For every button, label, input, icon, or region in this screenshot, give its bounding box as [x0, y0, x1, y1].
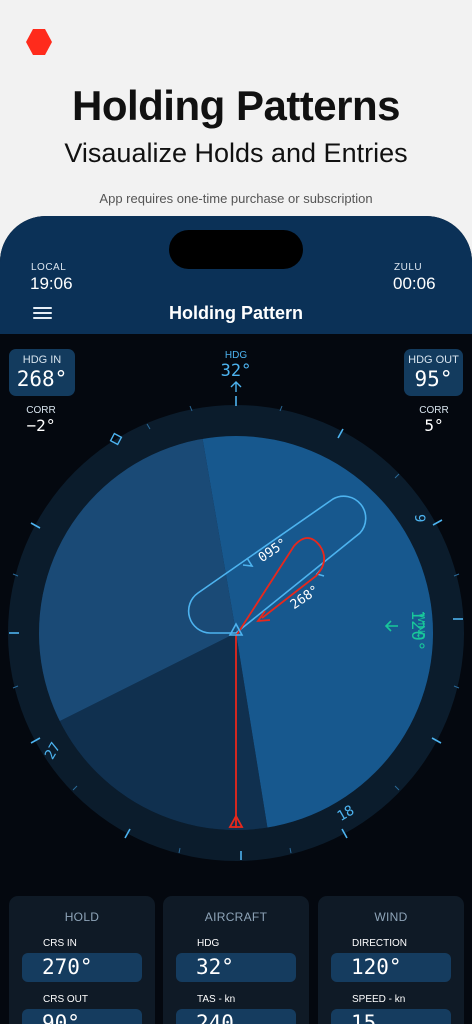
corr-right-value: 5° [424, 416, 444, 435]
crs-out-field[interactable]: 90° [22, 1009, 142, 1024]
hdg-out-label: HDG OUT [408, 354, 459, 366]
logo-hexagon-icon [26, 29, 52, 55]
zulu-time-value: 00:06 [393, 274, 436, 293]
tas-field[interactable]: 240 [176, 1009, 296, 1024]
crs-in-label: CRS IN [43, 938, 77, 949]
heading-up-arrow-icon [230, 381, 242, 392]
aircraft-hdg-label: HDG [197, 938, 220, 949]
wind-speed-label: SPEED - kn [352, 994, 406, 1005]
hdg-in-label: HDG IN [22, 354, 62, 366]
wind-card-title: WIND [374, 910, 408, 924]
tas-label: TAS - kn [197, 994, 236, 1005]
aircraft-hdg-field[interactable]: 32° [176, 953, 296, 982]
hold-card: HOLD CRS IN 270° CRS OUT 90° [9, 896, 155, 1024]
top-hdg-label: HDG [225, 350, 247, 361]
hdg-out-box: HDG OUT 95° [404, 349, 463, 396]
promo-subtitle: Visaualize Holds and Entries [64, 138, 408, 168]
header-bar: LOCAL 19:06 ZULU 00:06 Holding Pattern [0, 216, 472, 334]
local-time-value: 19:06 [30, 274, 73, 293]
phone-screen: LOCAL 19:06 ZULU 00:06 Holding Pattern 9… [0, 216, 472, 1024]
dynamic-island [169, 230, 303, 269]
corr-right-label: CORR [419, 405, 449, 416]
promo-note: App requires one-time purchase or subscr… [99, 191, 373, 206]
aircraft-card: AIRCRAFT HDG 32° TAS - kn 240 [163, 896, 309, 1024]
corr-left-value: −2° [26, 416, 56, 435]
local-time-label: LOCAL [31, 262, 67, 273]
corr-left-label: CORR [26, 405, 56, 416]
hdg-out-value: 95° [414, 367, 453, 391]
promo-title: Holding Patterns [71, 82, 401, 129]
holding-display[interactable]: 9 18 27 095° 268° WIND 120° HDG 32° [0, 334, 472, 894]
zulu-time-label: ZULU [394, 262, 423, 273]
top-hdg-value: 32° [221, 361, 252, 381]
wind-direction-field[interactable]: 120° [331, 953, 451, 982]
corr-left: CORR −2° [20, 405, 62, 435]
crs-out-label: CRS OUT [43, 994, 88, 1005]
wind-speed-field[interactable]: 15 [331, 1009, 451, 1024]
crs-in-field[interactable]: 270° [22, 953, 142, 982]
wind-value: 120° [407, 610, 427, 651]
nav-title: Holding Pattern [169, 303, 303, 323]
hdg-in-box: HDG IN 268° [9, 349, 75, 396]
compass-label-east: 9 [411, 514, 427, 522]
wind-card: WIND DIRECTION 120° SPEED - kn 15 [318, 896, 464, 1024]
hold-card-title: HOLD [64, 910, 100, 924]
corr-right: CORR 5° [413, 405, 455, 435]
aircraft-card-title: AIRCRAFT [204, 910, 268, 924]
wind-direction-label: DIRECTION [352, 938, 407, 949]
hdg-in-value: 268° [16, 367, 68, 391]
